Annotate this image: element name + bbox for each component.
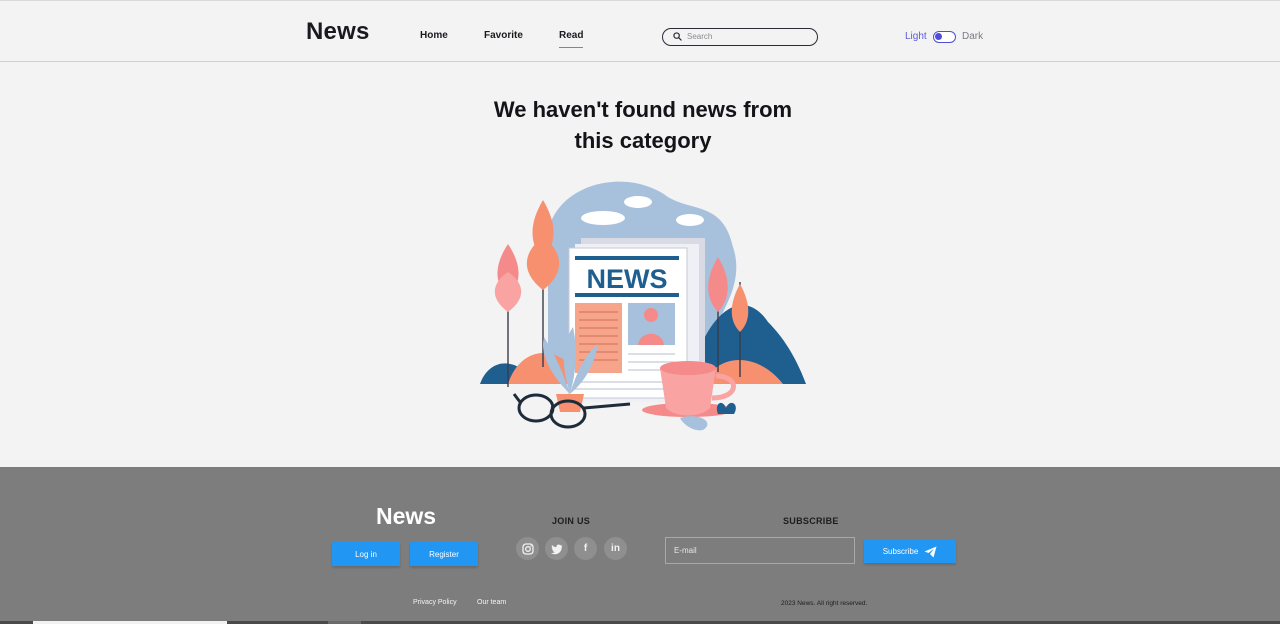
our-team-link[interactable]: Our team — [477, 599, 506, 606]
site-logo[interactable]: News — [306, 18, 370, 46]
email-field[interactable] — [665, 537, 855, 564]
nav-home[interactable]: Home — [420, 30, 448, 41]
subscribe-button[interactable]: Subscribe — [864, 540, 956, 563]
nav-favorite[interactable]: Favorite — [484, 30, 523, 41]
copyright-text: 2023 News. All right reserved. — [781, 600, 868, 607]
search-box — [662, 28, 818, 46]
login-button[interactable]: Log in — [332, 542, 400, 566]
linkedin-icon[interactable]: in — [604, 537, 627, 560]
search-icon[interactable] — [673, 32, 682, 41]
theme-light-label: Light — [905, 31, 927, 42]
join-us-heading: JOIN US — [552, 516, 591, 526]
search-input[interactable] — [687, 30, 807, 43]
send-icon — [924, 546, 937, 557]
linkedin-glyph: in — [611, 543, 620, 554]
twitter-icon[interactable] — [545, 537, 568, 560]
instagram-glyph — [521, 542, 534, 555]
site-header: News Home Favorite Read Light Dark — [0, 0, 1280, 62]
theme-dark-label: Dark — [962, 31, 984, 42]
nav-read[interactable]: Read — [559, 30, 584, 48]
empty-state-title-line1: We haven't found news from — [493, 97, 793, 122]
footer-logo[interactable]: News — [376, 503, 436, 530]
facebook-icon[interactable]: f — [574, 537, 597, 560]
register-button[interactable]: Register — [410, 542, 478, 566]
instagram-icon[interactable] — [516, 537, 539, 560]
subscribe-heading: SUBSCRIBE — [783, 516, 839, 526]
newspaper-headline: NEWS — [587, 264, 668, 294]
subscribe-label: Subscribe — [882, 547, 919, 556]
empty-state-title-line2: this category — [574, 128, 712, 153]
theme-toggle[interactable] — [933, 31, 956, 43]
twitter-glyph — [550, 544, 562, 554]
site-footer: News Log in Register JOIN US f in SUBSCR… — [0, 467, 1280, 624]
empty-state-title: We haven't found news from this category — [440, 94, 846, 156]
facebook-glyph: f — [583, 543, 588, 554]
privacy-policy-link[interactable]: Privacy Policy — [413, 599, 457, 606]
toggle-knob — [935, 33, 942, 40]
newspaper-illustration: NEWS — [480, 181, 806, 431]
